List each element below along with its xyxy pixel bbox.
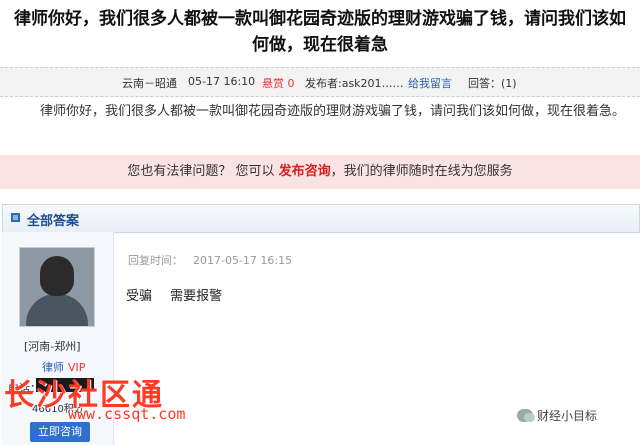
reply-time-label: 回复时间： — [128, 254, 183, 267]
question-title: 律师你好，我们很多人都被一款叫御花园奇迹版的理财游戏骗了钱，请问我们该如何做，现… — [14, 9, 626, 55]
reply-text: 受骗 需要报警 — [126, 289, 223, 304]
all-answers-title: 全部答案 — [27, 214, 80, 229]
question-location: 云南－昭通 — [122, 77, 177, 90]
avatar-body — [26, 294, 88, 326]
leave-message-link[interactable]: 给我留言 — [408, 75, 452, 91]
banner-prefix: 您也有法律问题？ 您可以 — [127, 164, 275, 179]
asker[interactable]: 发布者:ask201…… — [305, 75, 404, 91]
wechat-tag: 财经小目标 — [517, 407, 597, 424]
reply-time-value: 2017-05-17 16:15 — [193, 254, 293, 267]
question-time: 05-17 16:10 — [188, 75, 256, 88]
reward: 悬赏 0 — [262, 75, 295, 91]
question-meta-bar: 云南－昭通 05-17 16:10 悬赏 0 发布者:ask201…… 给我留言… — [0, 67, 640, 97]
reward-label: 悬赏 — [262, 77, 284, 90]
consult-banner: 您也有法律问题？ 您可以 发布咨询，我们的律师随时在线为您服务 — [0, 155, 640, 189]
watermark-url: www.cssqt.com — [68, 405, 186, 423]
wechat-tag-label: 财经小目标 — [537, 409, 598, 423]
banner-suffix: ，我们的律师随时在线为您服务 — [330, 164, 513, 179]
reply-time: 回复时间： 2017-05-17 16:15 — [128, 252, 292, 268]
avatar-head — [40, 256, 74, 296]
section-icon — [11, 213, 20, 222]
answer-count: 回答：(1) — [468, 77, 517, 90]
wechat-icon — [517, 409, 535, 422]
question-body: 律师你好，我们很多人都被一款叫御花园奇迹版的理财游戏骗了钱，请问我们该如何做，现… — [40, 104, 626, 119]
lawyer-location: [河南-郑州] — [24, 340, 81, 353]
consult-now-button[interactable]: 立即咨询 — [30, 422, 90, 442]
reward-value: 0 — [287, 77, 295, 90]
publish-consult-link[interactable]: 发布咨询 — [279, 164, 331, 179]
all-answers-header: 全部答案 — [2, 204, 640, 233]
avatar[interactable] — [19, 247, 95, 327]
